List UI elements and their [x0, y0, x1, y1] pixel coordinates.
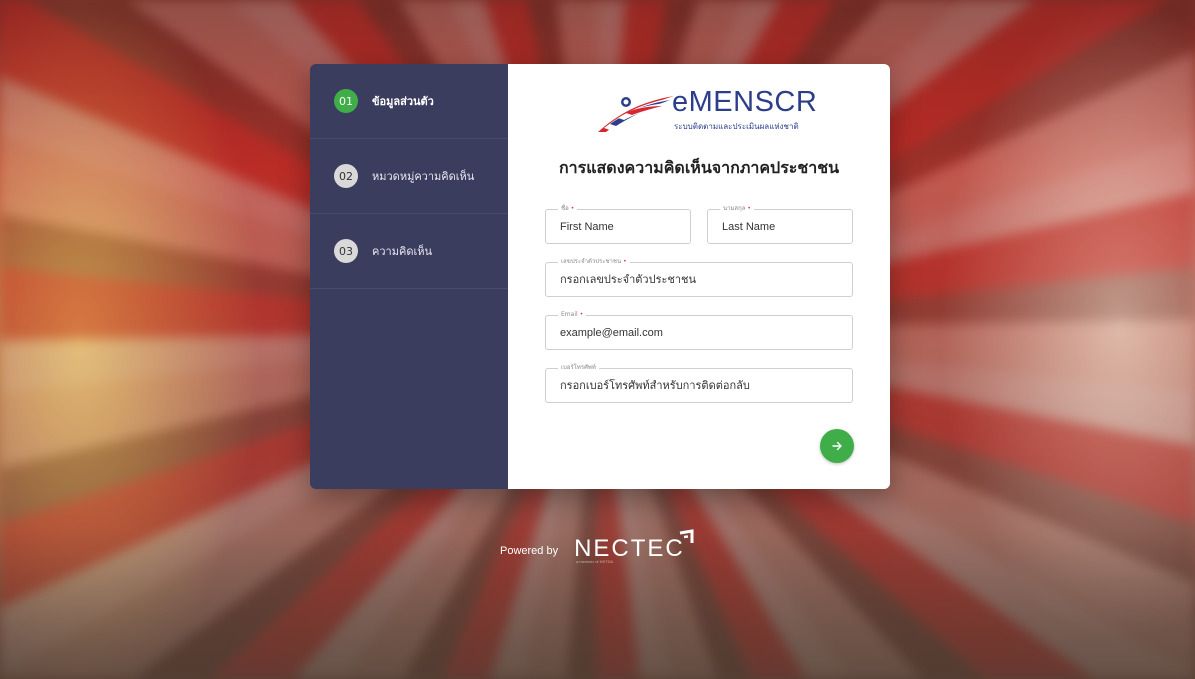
step-number: 01 — [334, 89, 358, 113]
citizen-id-field: เลขประจำตัวประชาชน • — [545, 258, 853, 297]
next-button[interactable] — [820, 429, 854, 463]
powered-by-text: Powered by — [500, 545, 559, 557]
step-label: หมวดหมู่ความคิดเห็น — [372, 170, 475, 183]
first-name-input[interactable] — [560, 219, 682, 235]
last-name-label: นามสกุล • — [720, 205, 754, 213]
step-sidebar: 01 ข้อมูลส่วนตัว 02 หมวดหมู่ความคิดเห็น … — [310, 64, 508, 489]
phone-label: เบอร์โทรศัพท์ — [558, 364, 599, 372]
step-number: 03 — [334, 239, 358, 263]
logo-subtitle: ระบบติดตามและประเมินผลแห่งชาติ — [674, 122, 799, 131]
arrow-right-icon — [832, 441, 842, 451]
logo-title: eMENSCR — [672, 86, 818, 118]
citizen-id-input[interactable] — [560, 272, 844, 288]
first-name-label: ชื่อ • — [558, 205, 578, 213]
step-comment-category[interactable]: 02 หมวดหมู่ความคิดเห็น — [310, 139, 508, 214]
footer: Powered by NECTEC a member of NSTDA — [500, 527, 694, 567]
phone-field: เบอร์โทรศัพท์ — [545, 364, 853, 403]
email-label: Email • — [558, 311, 587, 319]
email-field: Email • — [545, 311, 853, 350]
step-personal-info[interactable]: 01 ข้อมูลส่วนตัว — [310, 64, 508, 139]
nectec-logo: NECTEC a member of NSTDA — [574, 527, 694, 567]
citizen-id-label: เลขประจำตัวประชาชน • — [558, 258, 630, 266]
step-comment[interactable]: 03 ความคิดเห็น — [310, 214, 508, 289]
phone-input[interactable] — [560, 378, 844, 394]
form-panel: eMENSCR ระบบติดตามและประเมินผลแห่งชาติ ก… — [508, 64, 890, 489]
first-name-field: ชื่อ • — [545, 205, 691, 244]
last-name-input[interactable] — [722, 219, 844, 235]
step-label: ข้อมูลส่วนตัว — [372, 95, 434, 108]
step-label: ความคิดเห็น — [372, 245, 432, 258]
nectec-tagline: a member of NSTDA — [576, 559, 614, 564]
form-card: 01 ข้อมูลส่วนตัว 02 หมวดหมู่ความคิดเห็น … — [310, 64, 890, 489]
email-input[interactable] — [560, 325, 844, 341]
thai-flag-swoosh-icon — [598, 96, 674, 132]
last-name-field: นามสกุล • — [707, 205, 853, 244]
page-title: การแสดงความคิดเห็นจากภาคประชาชน — [558, 158, 840, 177]
step-number: 02 — [334, 164, 358, 188]
nectec-mark-icon — [679, 529, 694, 543]
emenscr-logo: eMENSCR ระบบติดตามและประเมินผลแห่งชาติ — [596, 86, 826, 136]
